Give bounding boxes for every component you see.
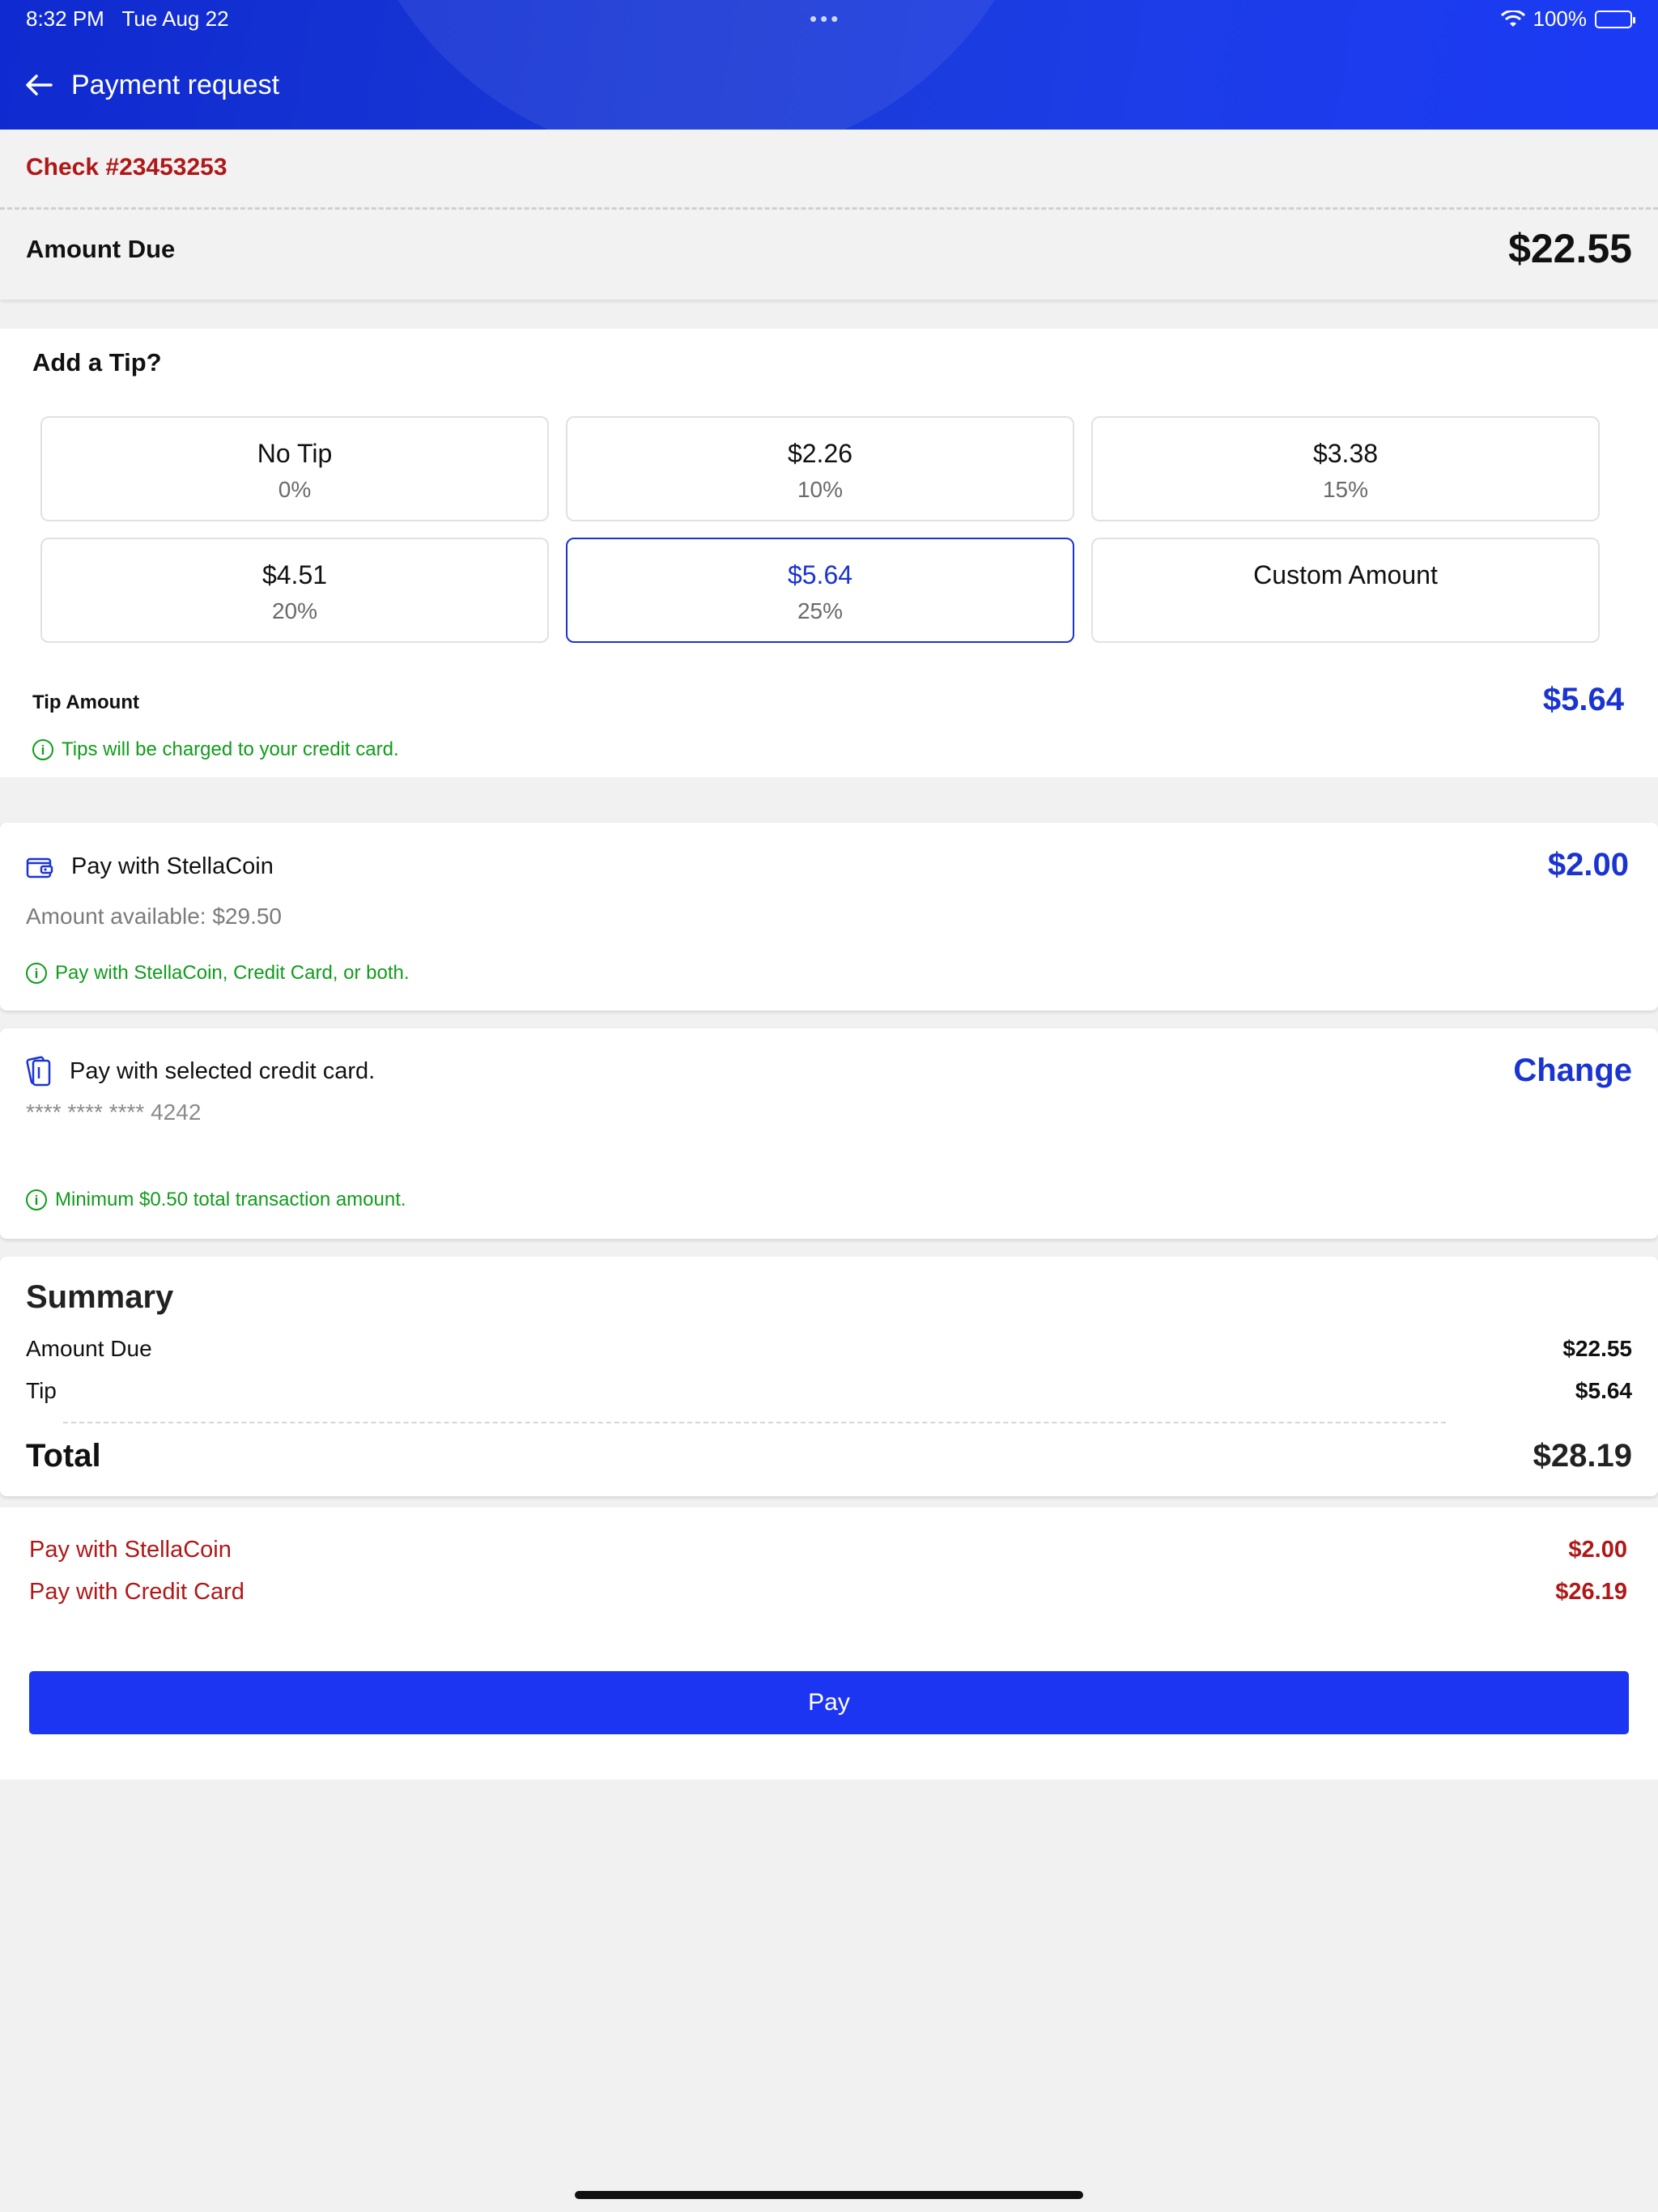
summary-total-row: Total $28.19	[26, 1438, 1632, 1474]
split-credit-card-row: Pay with Credit Card $26.19	[29, 1579, 1627, 1606]
tip-options: No Tip 0% $2.26 10% $3.38 15% $4.51 20% …	[40, 416, 1600, 643]
tip-option-25[interactable]: $5.64 25%	[566, 538, 1074, 643]
arrow-left-icon	[26, 74, 53, 96]
tip-option-amount: $5.64	[787, 560, 853, 589]
divider	[0, 207, 1658, 210]
info-icon: i	[26, 1189, 47, 1210]
info-icon: i	[32, 739, 53, 760]
summary-title: Summary	[26, 1279, 174, 1315]
check-number: Check #23453253	[26, 154, 227, 181]
tip-option-percent: 20%	[271, 598, 318, 623]
wifi-icon	[1500, 10, 1525, 27]
tip-option-15[interactable]: $3.38 15%	[1091, 416, 1600, 521]
nav-bar: Payment request	[0, 61, 279, 109]
tip-option-amount: $2.26	[787, 439, 853, 468]
masked-card-number: **** **** **** 4242	[26, 1100, 202, 1125]
tip-option-amount: No Tip	[257, 439, 333, 468]
tip-amount-label: Tip Amount	[32, 691, 139, 713]
tip-option-amount: $3.38	[1312, 439, 1379, 468]
split-stellacoin-row: Pay with StellaCoin $2.00	[29, 1537, 1627, 1563]
info-icon: i	[26, 963, 47, 984]
split-stellacoin-label: Pay with StellaCoin	[29, 1537, 232, 1563]
stellacoin-header: Pay with StellaCoin	[26, 853, 274, 880]
credit-card-icon	[26, 1056, 51, 1087]
back-button[interactable]	[6, 61, 71, 109]
summary-tip-row: Tip $5.64	[26, 1378, 1632, 1404]
summary-amount-due-row: Amount Due $22.55	[26, 1336, 1632, 1362]
tip-option-20[interactable]: $4.51 20%	[40, 538, 549, 643]
stellacoin-label: Pay with StellaCoin	[71, 853, 274, 879]
stellacoin-value[interactable]: $2.00	[1548, 847, 1629, 883]
amount-due-value: $22.55	[1508, 226, 1632, 271]
tip-option-percent: 25%	[797, 598, 844, 623]
summary-divider	[63, 1422, 1446, 1423]
page-title: Payment request	[71, 69, 280, 100]
summary-total-value: $28.19	[1533, 1438, 1632, 1474]
tip-option-custom[interactable]: Custom Amount	[1091, 538, 1600, 643]
check-section: Check #23453253 Amount Due $22.55	[0, 130, 1658, 300]
tip-amount-value: $5.64	[1542, 682, 1624, 717]
tip-note-text: Tips will be charged to your credit card…	[62, 738, 399, 760]
credit-card-note-text: Minimum $0.50 total transaction amount.	[55, 1189, 406, 1210]
payment-split-section: Pay with StellaCoin $2.00 Pay with Credi…	[0, 1508, 1658, 1780]
battery-percent: 100%	[1533, 6, 1588, 31]
credit-card-label: Pay with selected credit card.	[70, 1057, 376, 1084]
summary-amount-due-label: Amount Due	[26, 1336, 152, 1361]
multitasking-dots[interactable]: •••	[810, 6, 841, 32]
summary-tip-label: Tip	[26, 1378, 57, 1403]
summary-total-label: Total	[26, 1438, 101, 1474]
pay-button[interactable]: Pay	[29, 1671, 1629, 1734]
split-stellacoin-value: $2.00	[1568, 1537, 1627, 1563]
status-time: 8:32 PM Tue Aug 22	[26, 6, 229, 31]
tip-option-percent: 0%	[278, 477, 312, 502]
credit-card-header: Pay with selected credit card.	[26, 1056, 375, 1087]
tip-section: Add a Tip? No Tip 0% $2.26 10% $3.38 15%…	[0, 329, 1658, 777]
app-header: 8:32 PM Tue Aug 22 ••• 100% Payment requ…	[0, 0, 1658, 130]
credit-card-section: Pay with selected credit card. Change **…	[0, 1028, 1658, 1239]
tip-option-amount: $4.51	[261, 560, 328, 589]
tip-option-percent: 10%	[797, 477, 844, 502]
change-card-button[interactable]: Change	[1513, 1053, 1632, 1089]
wallet-icon	[26, 857, 53, 878]
stellacoin-available: Amount available: $29.50	[26, 904, 282, 929]
tip-option-percent: 15%	[1322, 477, 1369, 502]
tip-option-none[interactable]: No Tip 0%	[40, 416, 549, 521]
summary-tip-value: $5.64	[1575, 1378, 1632, 1403]
summary-amount-due-value: $22.55	[1562, 1336, 1632, 1361]
split-credit-card-label: Pay with Credit Card	[29, 1579, 244, 1605]
status-bar: 8:32 PM Tue Aug 22 ••• 100%	[0, 0, 1658, 40]
split-credit-card-value: $26.19	[1555, 1579, 1627, 1605]
tip-option-10[interactable]: $2.26 10%	[566, 416, 1074, 521]
stellacoin-section: Pay with StellaCoin $2.00 Amount availab…	[0, 823, 1658, 1010]
amount-due-label: Amount Due	[26, 235, 176, 263]
summary-section: Summary Amount Due $22.55 Tip $5.64 Tota…	[0, 1257, 1658, 1496]
tip-info-note: i Tips will be charged to your credit ca…	[32, 738, 399, 761]
tip-option-amount: Custom Amount	[1253, 560, 1438, 589]
home-indicator[interactable]	[575, 2191, 1083, 2199]
credit-card-info-note: i Minimum $0.50 total transaction amount…	[26, 1189, 406, 1211]
stellacoin-note-text: Pay with StellaCoin, Credit Card, or bot…	[55, 962, 410, 984]
status-right: 100%	[1500, 6, 1635, 32]
tip-heading: Add a Tip?	[32, 348, 162, 376]
battery-icon	[1595, 10, 1635, 28]
stellacoin-info-note: i Pay with StellaCoin, Credit Card, or b…	[26, 962, 410, 985]
